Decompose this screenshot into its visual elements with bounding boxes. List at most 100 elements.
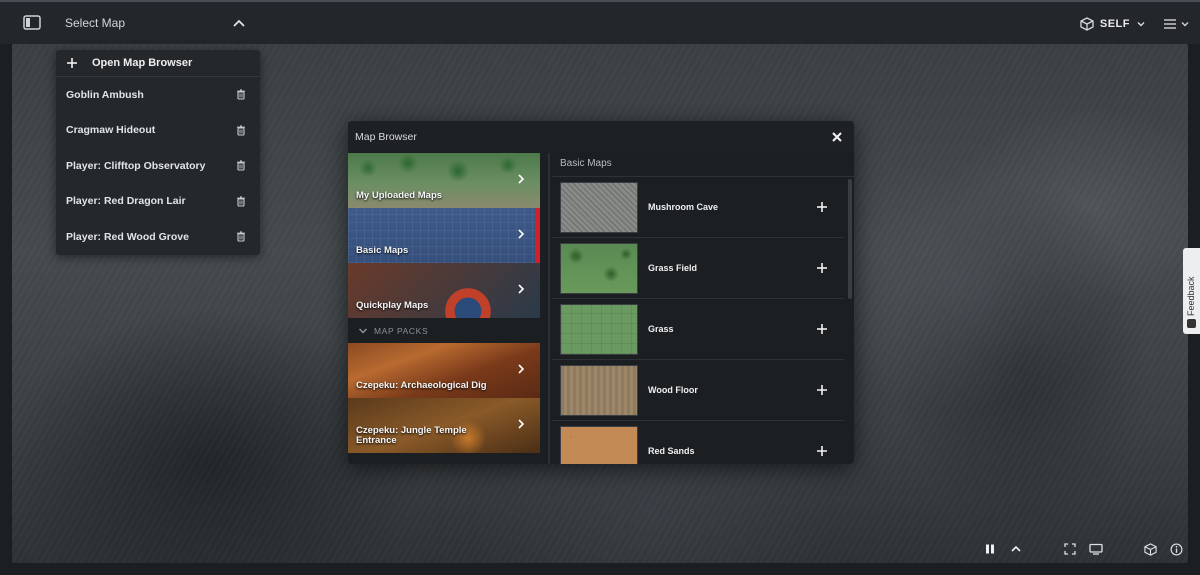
chevron-up-icon	[1011, 545, 1021, 552]
map-result-label: Grass Field	[648, 263, 698, 273]
select-map-label: Select Map	[65, 16, 126, 30]
view-controls	[1060, 539, 1106, 559]
pack-label: Czepeku: Archaeological Dig	[356, 380, 487, 391]
category-label: Quickplay Maps	[356, 300, 429, 311]
info-button[interactable]	[1166, 539, 1186, 559]
map-browser-header: Map Browser	[348, 121, 854, 152]
map-result-row[interactable]: Grass Field	[552, 238, 844, 299]
pack-jungle-temple-entrance[interactable]: Czepeku: Jungle Temple Entrance	[348, 398, 540, 453]
plus-icon[interactable]	[815, 261, 829, 275]
monitor-icon	[1089, 543, 1103, 555]
close-icon[interactable]	[830, 130, 844, 144]
feedback-label: Feedback	[1186, 276, 1196, 316]
main-menu-button[interactable]	[1162, 17, 1190, 31]
topbar-right-controls: SELF	[1080, 10, 1190, 38]
panel-divider	[540, 153, 550, 464]
info-icon	[1170, 543, 1182, 555]
plus-icon[interactable]	[815, 322, 829, 336]
select-map-dropdown[interactable]: Select Map	[62, 8, 246, 38]
category-my-uploaded-maps[interactable]: My Uploaded Maps	[348, 153, 540, 208]
category-quickplay-maps[interactable]: Quickplay Maps	[348, 263, 540, 318]
open-map-browser-label: Open Map Browser	[92, 57, 193, 69]
category-label: Basic Maps	[356, 245, 409, 256]
map-result-label: Grass	[648, 324, 674, 334]
open-map-browser-button[interactable]: Open Map Browser	[56, 50, 260, 77]
chevron-right-icon	[518, 284, 525, 294]
playback-controls	[980, 539, 1026, 559]
map-categories-panel: My Uploaded Maps Basic Maps Quickplay Ma…	[348, 153, 540, 464]
expand-button[interactable]	[1006, 539, 1026, 559]
map-browser-modal: Map Browser My Uploaded Maps Basic Maps …	[348, 121, 854, 464]
results-scrollbar[interactable]	[848, 179, 852, 299]
map-result-row[interactable]: Mushroom Cave	[552, 177, 844, 238]
chevron-down-icon	[1181, 22, 1189, 27]
fullscreen-icon	[1064, 543, 1076, 555]
cube-icon	[1143, 542, 1157, 556]
plus-icon[interactable]	[815, 444, 829, 458]
pause-icon	[986, 544, 994, 554]
chevron-up-icon	[233, 19, 245, 27]
chevron-right-icon	[518, 364, 525, 374]
misc-controls	[1140, 539, 1186, 559]
chevron-right-icon	[518, 174, 525, 184]
map-browser-title: Map Browser	[355, 130, 417, 143]
pack-archaeological-dig[interactable]: Czepeku: Archaeological Dig	[348, 343, 540, 398]
map-list-item-label: Player: Red Wood Grove	[66, 230, 189, 243]
map-thumbnail	[560, 181, 638, 233]
sidebar-toggle-button[interactable]	[22, 14, 42, 32]
map-thumbnail	[560, 364, 638, 416]
trash-icon[interactable]	[236, 160, 246, 171]
map-list-item-label: Goblin Ambush	[66, 88, 144, 101]
pack-label: Czepeku: Jungle Temple Entrance	[356, 425, 467, 446]
category-basic-maps[interactable]: Basic Maps	[348, 208, 540, 263]
map-results-panel: Basic Maps Mushroom Cave Grass Field Gra…	[552, 153, 854, 464]
chevron-right-icon	[518, 419, 525, 429]
trash-icon[interactable]	[236, 125, 246, 136]
map-list-item[interactable]: Player: Clifftop Observatory	[56, 148, 260, 184]
map-result-row[interactable]: Red Sands	[552, 421, 844, 464]
map-list-item-label: Player: Clifftop Observatory	[66, 159, 206, 172]
feedback-icon	[1187, 319, 1196, 328]
map-list-item-label: Player: Red Dragon Lair	[66, 195, 186, 208]
category-label: My Uploaded Maps	[356, 190, 443, 201]
plus-icon	[67, 58, 77, 68]
map-result-label: Mushroom Cave	[648, 202, 719, 212]
fullscreen-button[interactable]	[1060, 539, 1080, 559]
trash-icon[interactable]	[236, 231, 246, 242]
map-thumbnail	[560, 425, 638, 464]
chevron-right-icon	[518, 229, 525, 239]
hamburger-menu-icon	[1164, 19, 1176, 29]
map-list-dropdown: Open Map Browser Goblin Ambush Cragmaw H…	[56, 50, 260, 255]
map-result-row[interactable]: Wood Floor	[552, 360, 844, 421]
trash-icon[interactable]	[236, 196, 246, 207]
chevron-down-icon	[358, 327, 368, 334]
bottom-controls	[980, 537, 1186, 561]
sidebar-panel-icon	[23, 15, 41, 30]
map-packs-toggle[interactable]: MAP PACKS	[348, 318, 540, 343]
map-thumbnail	[560, 303, 638, 355]
app-root: Select Map SELF Open Map Browser Goblin …	[0, 0, 1200, 575]
cube-icon	[1080, 17, 1094, 31]
screen-mode-button[interactable]	[1086, 539, 1106, 559]
map-result-row[interactable]: Grass	[552, 299, 844, 360]
feedback-tab[interactable]: Feedback	[1183, 248, 1200, 334]
map-packs-label: MAP PACKS	[374, 325, 429, 336]
map-list-item[interactable]: Player: Red Dragon Lair	[56, 184, 260, 220]
chevron-down-icon	[1137, 22, 1145, 27]
plus-icon[interactable]	[815, 200, 829, 214]
map-list-item[interactable]: Player: Red Wood Grove	[56, 219, 260, 255]
map-result-label: Red Sands	[648, 446, 695, 456]
dice-button[interactable]	[1140, 539, 1160, 559]
map-list-item[interactable]: Cragmaw Hideout	[56, 113, 260, 149]
plus-icon[interactable]	[815, 383, 829, 397]
results-section-title: Basic Maps	[552, 153, 854, 177]
map-thumbnail	[560, 242, 638, 294]
map-list-item[interactable]: Goblin Ambush	[56, 77, 260, 113]
trash-icon[interactable]	[236, 89, 246, 100]
map-result-label: Wood Floor	[648, 385, 698, 395]
map-list-item-label: Cragmaw Hideout	[66, 124, 156, 137]
top-bar: Select Map SELF	[0, 0, 1200, 44]
pause-button[interactable]	[980, 539, 1000, 559]
self-dropdown[interactable]: SELF	[1080, 17, 1146, 31]
self-label: SELF	[1099, 18, 1130, 30]
